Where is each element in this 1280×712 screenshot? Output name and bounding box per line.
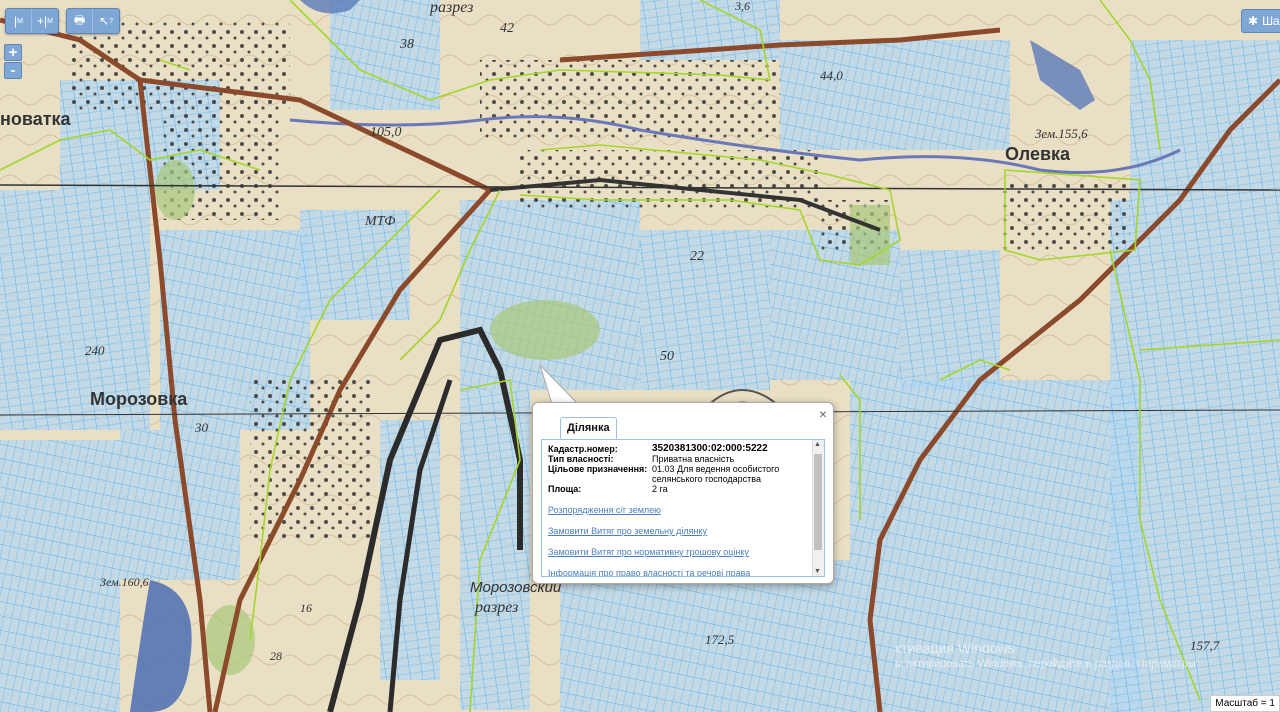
tab-parcel[interactable]: Ділянка <box>560 417 617 439</box>
map-label: 42 <box>500 21 514 36</box>
share-label: Шар <box>1262 14 1280 28</box>
field-area: Площа: 2 га <box>548 484 668 494</box>
zoom-out-button[interactable]: - <box>4 62 22 79</box>
order-parcel-extract-link[interactable]: Замовити Витяг про земельну ділянку <box>548 526 812 536</box>
map-label: 38 <box>399 37 414 52</box>
popup-scrollbar[interactable]: ▲ ▼ <box>812 440 824 576</box>
scroll-down-icon[interactable]: ▼ <box>814 568 821 575</box>
windows-activation-watermark: ктивация Windows ы активировать Windows,… <box>895 640 1200 670</box>
measure-area-button[interactable]: +| M <box>32 9 58 33</box>
field-ownership-type: Тип власності: Приватна власність <box>548 454 735 464</box>
area-measure-icon: +| <box>37 14 48 28</box>
map-label: МТФ <box>364 214 395 229</box>
measure-distance-button[interactable]: | M <box>6 9 32 33</box>
map-label: Зем.155,6 <box>1035 126 1088 141</box>
map-canvas[interactable]: разрез 42 38 3,6 44,0 Зем.155,6 105,0 МТ… <box>0 0 1280 712</box>
ownership-info-link[interactable]: Інформація про право власності та речові… <box>548 568 812 576</box>
map-label: нoватка <box>0 109 72 129</box>
order-valuation-extract-link[interactable]: Замовити Витяг про нормативну грошову оц… <box>548 547 812 557</box>
map-label: Морозовка <box>90 389 188 409</box>
map-label: 3,6 <box>734 0 750 13</box>
scroll-up-icon[interactable]: ▲ <box>814 441 821 448</box>
cursor-icon: ↖ <box>99 14 110 28</box>
gear-icon: ✱ <box>1248 14 1259 28</box>
measure-toolbar: | M +| M <box>5 8 59 34</box>
printer-icon: 🖶 <box>73 12 86 27</box>
map-label: 30 <box>194 420 209 435</box>
map-label: разрез <box>429 0 473 16</box>
close-icon[interactable]: × <box>819 406 827 422</box>
identify-button[interactable]: ↖? <box>93 9 119 33</box>
land-disposal-link[interactable]: Розпорядження с/г землею <box>548 505 812 515</box>
map-label: Олевка <box>1005 144 1071 164</box>
map-label: 28 <box>270 649 282 663</box>
map-label: 22 <box>690 249 704 264</box>
zoom-in-button[interactable]: + <box>4 44 22 61</box>
map-label: 172,5 <box>705 632 735 647</box>
parcel-info-popup: × Ділянка Кадастр.номер: 3520381300:02:0… <box>532 402 834 584</box>
print-button[interactable]: 🖶 <box>67 9 93 33</box>
map-label: 50 <box>660 349 674 364</box>
popup-body: Кадастр.номер: 3520381300:02:000:5222 Ти… <box>541 439 825 577</box>
scale-indicator: Масштаб = 1 <box>1210 695 1280 712</box>
map-label: 240 <box>85 343 105 358</box>
map-label: 44,0 <box>820 68 843 83</box>
map-layers: разрез 42 38 3,6 44,0 Зем.155,6 105,0 МТ… <box>0 0 1280 712</box>
share-button[interactable]: ✱ Шар <box>1241 9 1280 33</box>
scroll-thumb[interactable] <box>814 454 822 550</box>
map-label: разрез <box>474 599 518 616</box>
map-label: Зем.160,6 <box>100 575 149 589</box>
map-label: 16 <box>300 601 312 615</box>
tools-toolbar: 🖶 ↖? <box>66 8 120 34</box>
field-cadastral-number: Кадастр.номер: 3520381300:02:000:5222 <box>548 443 768 455</box>
map-label: 105,0 <box>370 125 402 140</box>
field-purpose: Цільове призначення: 01.03 Для ведення о… <box>548 464 780 484</box>
